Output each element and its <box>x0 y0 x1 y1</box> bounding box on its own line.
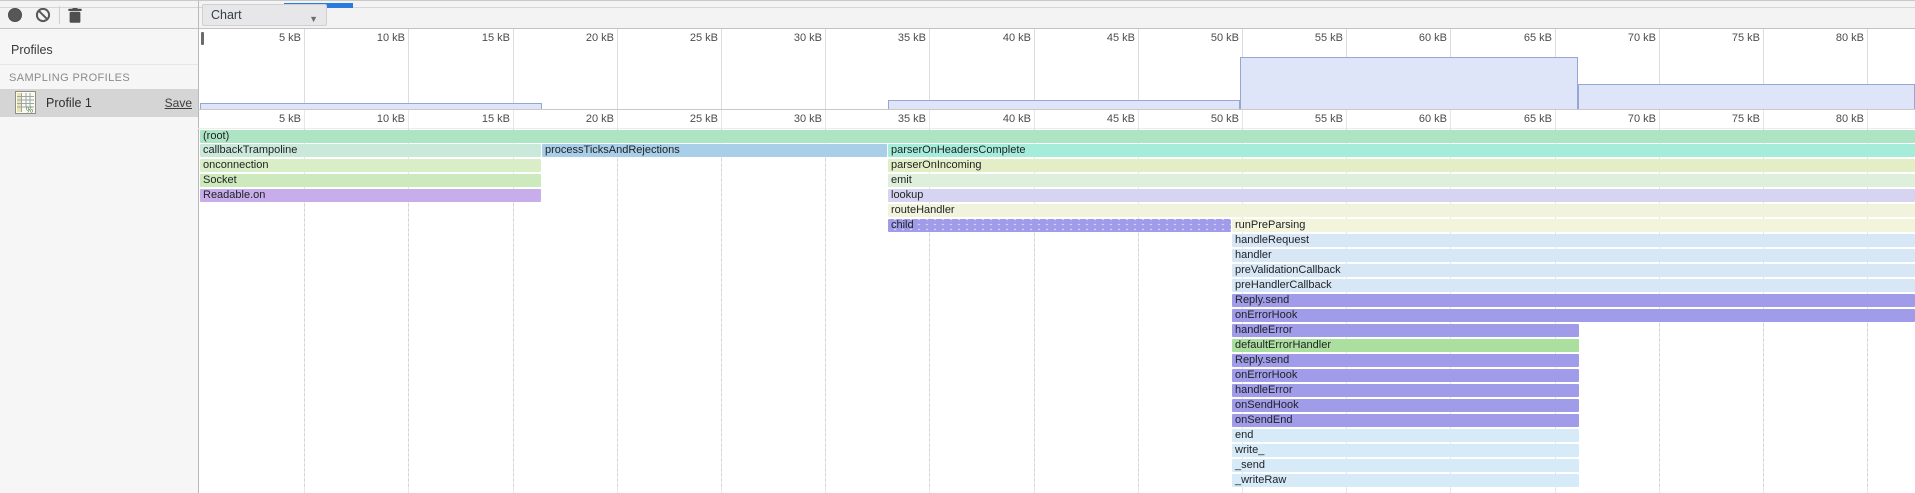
flame-frame[interactable]: handleError <box>1232 324 1579 337</box>
gridline-dotted-overlay <box>721 129 722 488</box>
gridline <box>513 29 514 109</box>
axis-tick-label: 30 kB <box>762 113 822 125</box>
axis-tick-label: 40 kB <box>971 113 1031 125</box>
flame-frame[interactable]: _writeRaw <box>1232 474 1579 487</box>
flame-frame[interactable]: handleRequest <box>1232 234 1915 247</box>
gridline <box>408 29 409 109</box>
axis-tick-label: 65 kB <box>1492 113 1552 125</box>
flame-frame[interactable]: onSendHook <box>1232 399 1579 412</box>
flame-frame[interactable]: handleError <box>1232 384 1579 397</box>
axis-tick-label: 50 kB <box>1179 32 1239 44</box>
flame-frame[interactable]: write_ <box>1232 444 1579 457</box>
flame-frame[interactable]: runPreParsing <box>1232 219 1915 232</box>
axis-tick-label: 30 kB <box>762 32 822 44</box>
flame-frame[interactable]: (root) <box>200 130 1915 143</box>
axis-tick-label: 70 kB <box>1596 32 1656 44</box>
gridline-dotted-overlay <box>825 129 826 488</box>
axis-tick-label: 75 kB <box>1700 32 1760 44</box>
axis-tick-label: 25 kB <box>658 113 718 125</box>
axis-tick-label: 75 kB <box>1700 113 1760 125</box>
axis-tick-label: 35 kB <box>866 32 926 44</box>
axis-tick-label: 10 kB <box>345 32 405 44</box>
axis-tick-label: 65 kB <box>1492 32 1552 44</box>
axis-tick-label: 20 kB <box>554 32 614 44</box>
flame-frame[interactable]: onErrorHook <box>1232 309 1915 322</box>
flame-frame[interactable]: Socket <box>200 174 541 187</box>
axis-tick-label: 45 kB <box>1075 32 1135 44</box>
axis-tick-label: 55 kB <box>1283 113 1343 125</box>
memory-profiler-panel: Chart ▼ Profiles SAMPLING PROFILES <box>0 0 1915 493</box>
axis-tick-label: 55 kB <box>1283 32 1343 44</box>
axis-tick-label: 70 kB <box>1596 113 1656 125</box>
flame-frame[interactable]: processTicksAndRejections <box>542 144 887 157</box>
gridline <box>304 29 305 109</box>
flame-frame[interactable]: onSendEnd <box>1232 414 1579 427</box>
flame-frame[interactable]: _send <box>1232 459 1579 472</box>
flame-frame[interactable]: preHandlerCallback <box>1232 279 1915 292</box>
gridline <box>617 29 618 109</box>
axis-tick-label: 5 kB <box>241 32 301 44</box>
flame-frame[interactable]: Reply.send <box>1232 354 1579 367</box>
flame-frame[interactable]: child <box>888 219 1231 232</box>
overview-silhouette-segment <box>1240 57 1578 109</box>
flame-frame[interactable]: parserOnIncoming <box>888 159 1915 172</box>
flame-frame[interactable]: emit <box>888 174 1915 187</box>
flame-frame[interactable]: Reply.send <box>1232 294 1915 307</box>
flame-frame[interactable]: end <box>1232 429 1579 442</box>
flame-frame[interactable]: preValidationCallback <box>1232 264 1915 277</box>
axis-tick-label: 35 kB <box>866 113 926 125</box>
axis-tick-label: 80 kB <box>1804 32 1864 44</box>
axis-tick-label: 80 kB <box>1804 113 1864 125</box>
axis-tick-label: 15 kB <box>450 113 510 125</box>
flame-frame[interactable]: onconnection <box>200 159 541 172</box>
gridline <box>1138 29 1139 109</box>
axis-tick-label: 25 kB <box>658 32 718 44</box>
flame-frame[interactable]: lookup <box>888 189 1915 202</box>
flame-frame[interactable]: callbackTrampoline <box>200 144 541 157</box>
flame-frame[interactable]: parserOnHeadersComplete <box>888 144 1915 157</box>
flame-chart[interactable]: 5 kB 5 kB 10 kB 10 kB 15 kB 15 kB 20 kB 20 kB 25… <box>0 1 1915 493</box>
overview-silhouette-segment <box>1578 84 1915 109</box>
flame-frame[interactable]: onErrorHook <box>1232 369 1579 382</box>
axis-tick-label: 45 kB <box>1075 113 1135 125</box>
gridline <box>825 29 826 109</box>
axis-tick-label: 40 kB <box>971 32 1031 44</box>
axis-tick-label: 10 kB <box>345 113 405 125</box>
gridline <box>1034 29 1035 109</box>
flame-frame[interactable]: routeHandler <box>888 204 1915 217</box>
gridline <box>721 29 722 109</box>
axis-tick-label: 60 kB <box>1387 113 1447 125</box>
flame-frame[interactable]: Readable.on <box>200 189 541 202</box>
gridline <box>929 29 930 109</box>
axis-tick-label: 50 kB <box>1179 113 1239 125</box>
axis-tick-label: 20 kB <box>554 113 614 125</box>
flame-frame[interactable]: handler <box>1232 249 1915 262</box>
flame-frame[interactable]: defaultErrorHandler <box>1232 339 1579 352</box>
axis-tick-label: 5 kB <box>241 113 301 125</box>
gridline-dotted-overlay <box>617 129 618 488</box>
axis-tick-label: 60 kB <box>1387 32 1447 44</box>
overview-silhouette-segment <box>888 100 1240 109</box>
overview-silhouette-segment <box>200 103 542 109</box>
axis-tick-label: 15 kB <box>450 32 510 44</box>
